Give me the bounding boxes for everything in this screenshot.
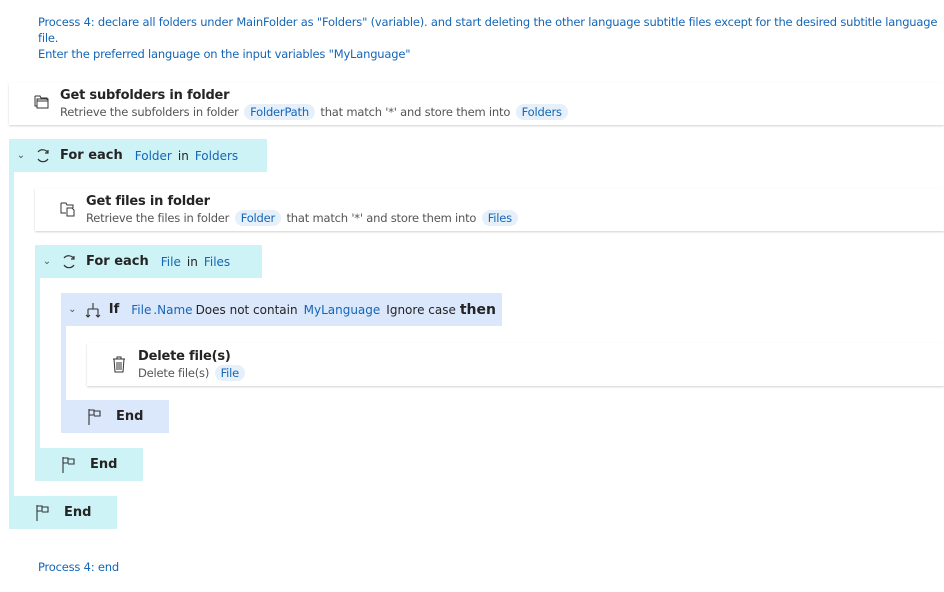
variable-pill: Folders	[515, 104, 568, 120]
action-description: Delete file(s) File	[138, 365, 247, 381]
variable-pill: Files	[203, 254, 231, 269]
variable-pill: Files	[481, 210, 518, 226]
chevron-down-icon[interactable]: ⌄	[66, 304, 79, 315]
loop-bar	[35, 278, 40, 453]
end-if[interactable]: End	[61, 400, 169, 433]
in-text: in	[177, 148, 189, 163]
end-label: End	[116, 409, 144, 424]
flag-icon	[84, 408, 106, 426]
action-description: Retrieve the subfolders in folder Folder…	[60, 104, 570, 120]
comment-end[interactable]: Process 4: end	[38, 559, 119, 575]
loop-icon	[58, 253, 80, 271]
loop-bar	[9, 172, 14, 502]
variable-pill: Folder	[234, 210, 282, 226]
variable-pill: File	[214, 365, 246, 381]
folders-icon	[34, 95, 49, 109]
chevron-down-icon[interactable]: ⌄	[40, 256, 54, 267]
action-get-files[interactable]: Get files in folder Retrieve the files i…	[35, 188, 944, 231]
foreach-file-header[interactable]: ⌄ For each File in Files	[35, 245, 262, 278]
loop-icon	[32, 147, 54, 165]
desc-text: that match '*' and store them into	[286, 211, 477, 225]
then-keyword: then	[459, 301, 496, 318]
variable-pill: Folders	[194, 148, 239, 163]
action-description: Retrieve the files in folder Folder that…	[86, 210, 520, 226]
variable-pill: File	[131, 302, 152, 317]
operator-text: Does not contain	[195, 302, 298, 317]
variable-pill: MyLanguage	[303, 302, 381, 317]
option-text: Ignore case	[386, 302, 456, 317]
condition-icon	[83, 301, 103, 319]
if-header[interactable]: ⌄ If File .Name Does not contain MyLangu…	[61, 293, 502, 326]
end-foreach-folder[interactable]: End	[9, 496, 117, 529]
desc-text: Delete file(s)	[138, 366, 210, 380]
variable-pill: Folder	[134, 148, 172, 163]
keyword: For each	[86, 254, 149, 269]
action-title: Delete file(s)	[138, 349, 231, 364]
foreach-folder-header[interactable]: ⌄ For each Folder in Folders	[9, 139, 267, 172]
comment-line-2: Enter the preferred language on the inpu…	[38, 47, 411, 61]
variable-pill: File	[160, 254, 181, 269]
action-delete-files[interactable]: Delete file(s) Delete file(s) File	[87, 343, 944, 386]
if-bar	[61, 326, 66, 406]
end-label: End	[90, 457, 118, 472]
property-text: .Name	[153, 302, 193, 317]
in-text: in	[186, 254, 198, 269]
keyword: For each	[60, 148, 123, 163]
flag-icon	[32, 504, 54, 522]
keyword: If	[108, 302, 120, 317]
comment-line-1: Process 4: declare all folders under Mai…	[38, 15, 938, 45]
action-get-subfolders[interactable]: Get subfolders in folder Retrieve the su…	[9, 83, 944, 125]
flag-icon	[58, 456, 80, 474]
action-title: Get subfolders in folder	[60, 88, 230, 103]
desc-text: Retrieve the files in folder	[86, 211, 230, 225]
action-title: Get files in folder	[86, 194, 210, 209]
desc-text: that match '*' and store them into	[320, 105, 511, 119]
end-foreach-file[interactable]: End	[35, 448, 143, 481]
trash-icon	[113, 356, 125, 373]
end-label: End	[64, 505, 92, 520]
desc-text: Retrieve the subfolders in folder	[60, 105, 239, 119]
comment-start[interactable]: Process 4: declare all folders under Mai…	[38, 14, 944, 62]
chevron-down-icon[interactable]: ⌄	[14, 150, 28, 161]
variable-pill: FolderPath	[244, 104, 315, 120]
files-icon	[60, 202, 75, 217]
